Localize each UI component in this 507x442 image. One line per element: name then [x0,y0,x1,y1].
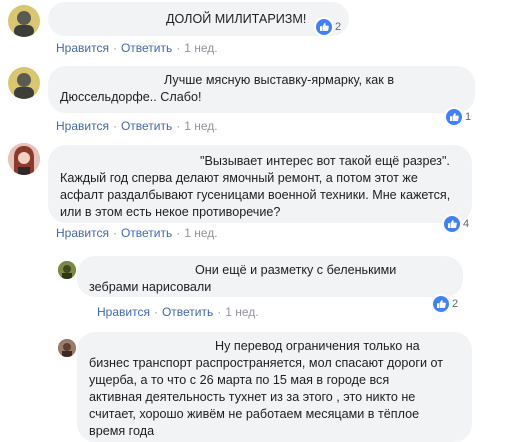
like-reaction-icon [446,109,462,125]
comment-text: Лучше мясную выставку-ярмарку, как в Дюс… [60,73,395,104]
avatar[interactable] [8,143,40,175]
avatar[interactable] [58,261,76,279]
like-link[interactable]: Нравится [56,119,109,133]
reply-link[interactable]: Ответить [121,119,172,133]
avatar[interactable] [8,67,40,99]
comment-text: Ну перевод ограничения только на бизнес … [89,339,444,438]
timestamp[interactable]: 1 нед. [225,305,258,319]
comment-bubble: Они ещё и разметку с беленькими зебрами … [77,256,463,297]
comment-bubble: ДОЛОЙ МИЛИТАРИЗМ! [48,2,349,36]
comment-actions: Нравится · Ответить · 1 нед. [97,305,259,319]
timestamp[interactable]: 1 нед. [184,226,217,240]
reaction-count[interactable]: 2 [316,19,341,35]
comment-text: Они ещё и разметку с беленькими зебрами … [89,263,397,294]
like-reaction-icon [444,216,460,232]
reaction-count[interactable]: 4 [444,216,469,232]
comment-bubble: Лучше мясную выставку-ярмарку, как в Дюс… [48,66,475,113]
timestamp[interactable]: 1 нед. [184,119,217,133]
comment-bubble: "Вызывает интерес вот такой ещё разрез".… [48,145,472,223]
comment-actions: Нравится · Ответить · 1 нед. [56,226,218,240]
reaction-count[interactable]: 1 [446,109,471,125]
reaction-count[interactable]: 2 [433,296,458,312]
like-reaction-icon [433,296,449,312]
comment-text: "Вызывает интерес вот такой ещё разрез".… [60,154,451,219]
comment-text: ДОЛОЙ МИЛИТАРИЗМ! [166,12,307,26]
like-reaction-icon [316,19,332,35]
comment-bubble: Ну перевод ограничения только на бизнес … [77,332,472,442]
reply-link[interactable]: Ответить [162,305,213,319]
avatar[interactable] [8,5,40,37]
like-link[interactable]: Нравится [56,226,109,240]
comment-actions: Нравится · Ответить · 1 нед. [56,41,218,55]
reply-link[interactable]: Ответить [121,226,172,240]
avatar[interactable] [58,339,76,357]
comment-actions: Нравится · Ответить · 1 нед. [56,119,218,133]
reply-link[interactable]: Ответить [121,41,172,55]
timestamp[interactable]: 1 нед. [184,41,217,55]
like-link[interactable]: Нравится [97,305,150,319]
like-link[interactable]: Нравится [56,41,109,55]
